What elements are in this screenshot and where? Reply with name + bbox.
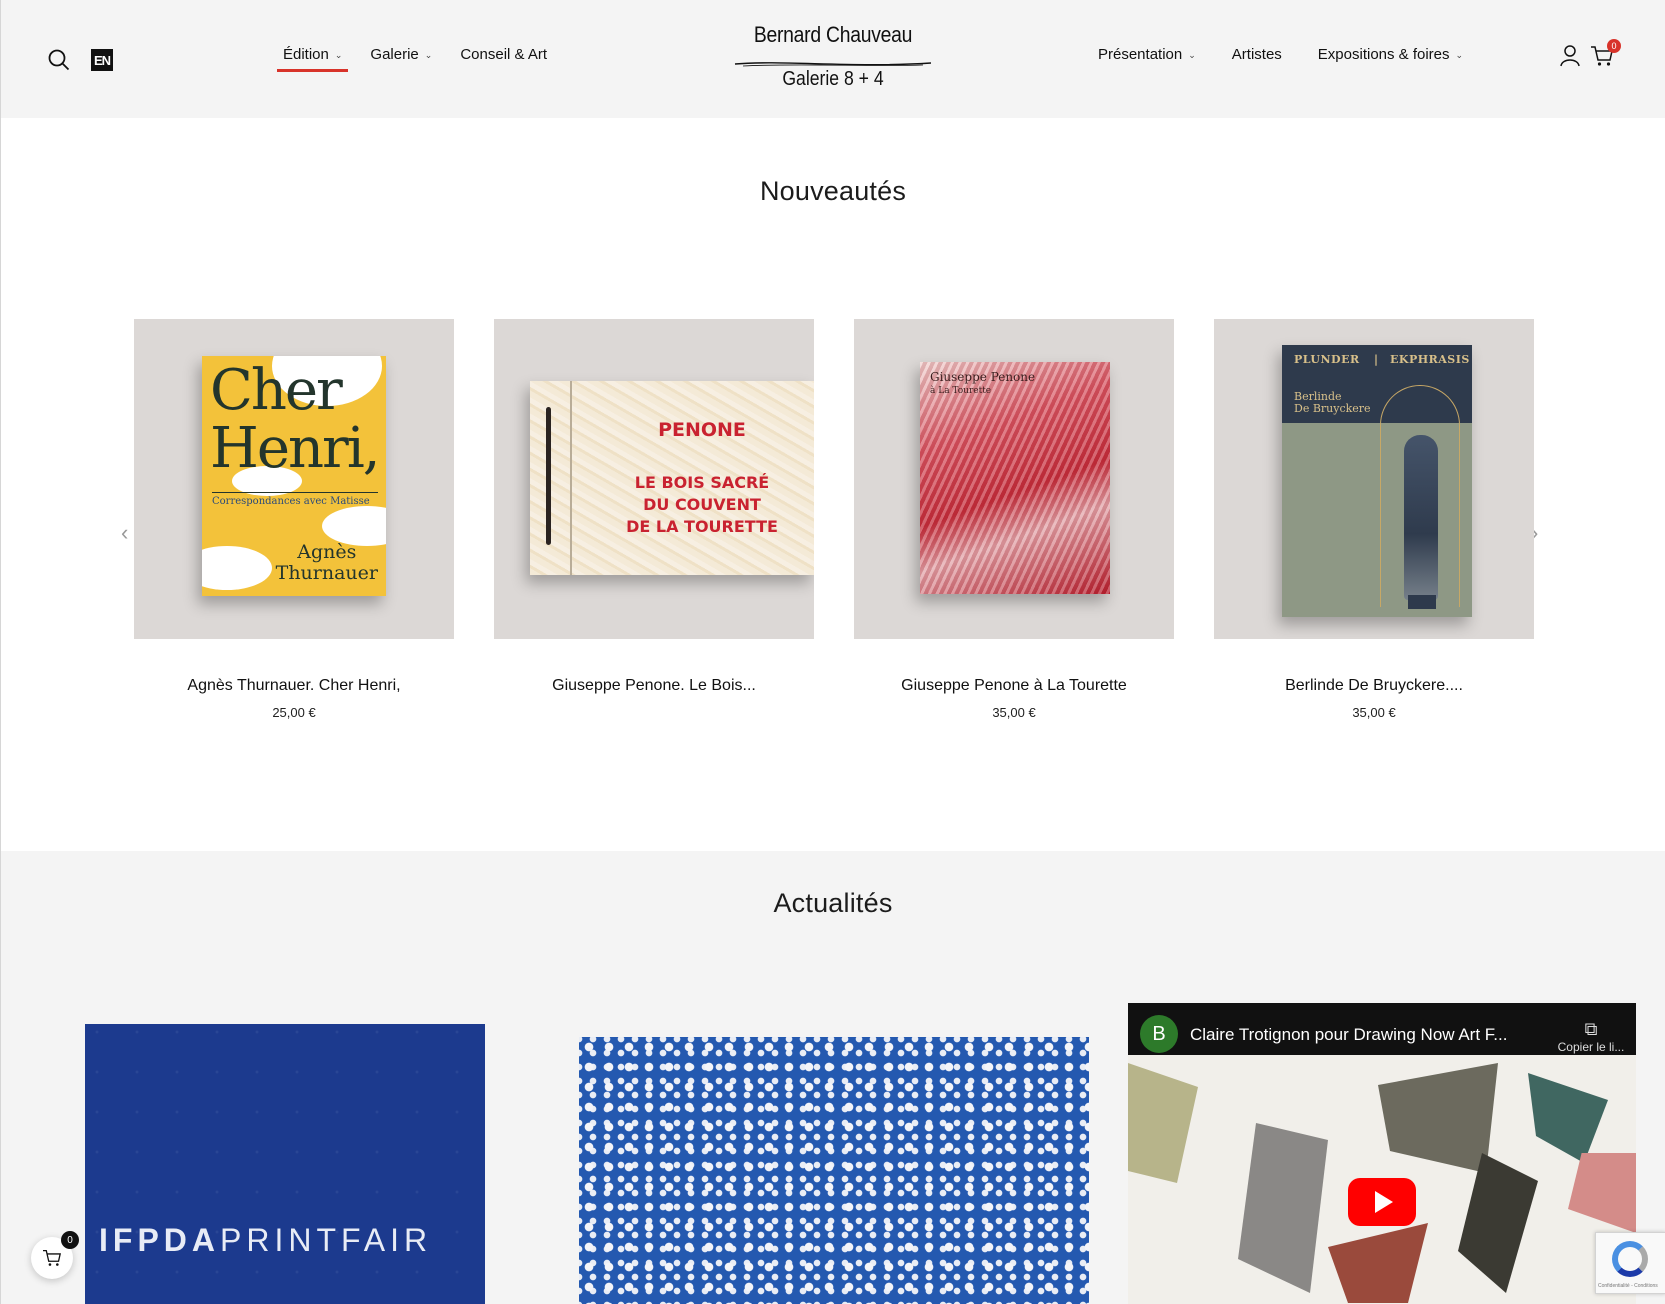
copy-link-button[interactable]: ⧉ Copier le li... [1556, 1019, 1626, 1054]
play-button[interactable] [1348, 1178, 1416, 1226]
cover-author: Berlinde De Bruyckere [1294, 390, 1371, 415]
cover-heading-left: PLUNDER [1294, 353, 1360, 366]
product-name[interactable]: Agnès Thurnauer. Cher Henri, [134, 677, 454, 695]
nav-presentation-label: Présentation [1098, 46, 1183, 63]
book-cover: Giuseppe Penone à La Tourette [920, 362, 1110, 594]
product-card: Giuseppe Penone à La Tourette Giuseppe P… [854, 319, 1174, 720]
product-card: PLUNDER | EKPHRASIS Berlinde De Bruyckere… [1214, 319, 1534, 720]
recaptcha-icon [1612, 1241, 1648, 1277]
youtube-embed[interactable]: B Claire Trotignon pour Drawing Now Art … [1128, 1003, 1636, 1304]
book-cover: PLUNDER | EKPHRASIS Berlinde De Bruyckere [1282, 345, 1472, 617]
chevron-down-icon: ⌄ [1188, 50, 1196, 60]
floating-cart-button[interactable]: 0 [31, 1231, 79, 1279]
cover-heading-sep: | [1374, 353, 1379, 366]
nav-presentation[interactable]: Présentation ⌄ [1098, 46, 1196, 69]
logo-line2: Galerie 8 + 4 [782, 68, 884, 90]
book-cover: Cher Henri, Correspondances avec Matisse… [202, 356, 386, 596]
header-tools: EN [47, 48, 113, 72]
news-card-title: IFPDAPRINTFAIR [99, 1222, 433, 1258]
nav-conseil-art-label: Conseil & Art [460, 46, 548, 63]
product-image[interactable]: Cher Henri, Correspondances avec Matisse… [134, 319, 454, 639]
floating-cart-count: 0 [61, 1231, 79, 1249]
cover-title: Giuseppe Penone [930, 370, 1036, 384]
nav-left: Édition ⌄ Galerie ⌄ Conseil & Art [276, 46, 547, 72]
video-title[interactable]: Claire Trotignon pour Drawing Now Art F.… [1190, 1025, 1507, 1045]
cart-count-badge: 0 [1607, 39, 1621, 53]
site-logo[interactable]: Bernard Chauveau Galerie 8 + 4 [733, 22, 933, 94]
product-image[interactable]: PENONE LE BOIS SACRÉ DU COUVENT DE LA TO… [494, 319, 814, 639]
site-header: EN Édition ⌄ Galerie ⌄ Conseil & Art Berna… [1, 0, 1665, 118]
product-name[interactable]: Berlinde De Bruyckere.... [1214, 677, 1534, 695]
cover-title: PENONE [658, 419, 746, 441]
nav-expositions-foires[interactable]: Expositions & foires ⌄ [1318, 46, 1463, 69]
news-card-pattern[interactable] [579, 1037, 1089, 1304]
language-switch[interactable]: EN [91, 49, 113, 71]
product-name[interactable]: Giuseppe Penone à La Tourette [854, 677, 1174, 695]
news-card-ifpda[interactable]: IFPDAPRINTFAIR [85, 1024, 485, 1304]
section-title-actualites: Actualités [773, 888, 893, 918]
copy-link-label: Copier le li... [1557, 1040, 1625, 1054]
product-card: Cher Henri, Correspondances avec Matisse… [134, 319, 454, 720]
youtube-title-bar: B Claire Trotignon pour Drawing Now Art … [1128, 1003, 1636, 1055]
recaptcha-badge[interactable]: Confidentialité - Conditions [1595, 1232, 1665, 1294]
channel-avatar[interactable]: B [1140, 1015, 1178, 1053]
product-price: 25,00 € [272, 705, 316, 720]
nav-edition-label: Édition [283, 46, 329, 63]
chevron-down-icon: ⌄ [1455, 50, 1464, 60]
recaptcha-text: Confidentialité - Conditions [1598, 1283, 1658, 1289]
chevron-down-icon: ⌄ [334, 50, 343, 60]
cover-subtitle: à La Tourette [930, 386, 992, 396]
product-card: PENONE LE BOIS SACRÉ DU COUVENT DE LA TO… [494, 319, 814, 705]
product-image[interactable]: PLUNDER | EKPHRASIS Berlinde De Bruyckere [1214, 319, 1534, 639]
cover-heading-right: EKPHRASIS [1390, 353, 1470, 366]
nav-expositions-label: Expositions & foires [1317, 46, 1450, 63]
chevron-down-icon: ⌄ [424, 50, 433, 60]
product-image[interactable]: Giuseppe Penone à La Tourette [854, 319, 1174, 639]
cover-subtitle: Correspondances avec Matisse [212, 496, 370, 507]
cart-icon[interactable]: 0 [1590, 39, 1621, 68]
header-account: 0 [1558, 39, 1621, 68]
cover-line1: LE BOIS SACRÉ [634, 473, 770, 492]
chevron-left-icon[interactable]: ‹ [121, 520, 128, 546]
user-icon[interactable] [1558, 44, 1582, 68]
nav-galerie[interactable]: Galerie ⌄ [370, 46, 432, 69]
nav-right: Présentation ⌄ Artistes Expositions & foi… [1098, 46, 1463, 69]
cover-title: Cher Henri, [210, 358, 381, 481]
book-cover: PENONE LE BOIS SACRÉ DU COUVENT DE LA TO… [530, 381, 814, 575]
copy-icon: ⧉ [1584, 1019, 1598, 1039]
nav-artistes[interactable]: Artistes [1232, 46, 1282, 69]
logo-line1: Bernard Chauveau [753, 22, 913, 47]
product-price: 35,00 € [1352, 705, 1396, 720]
nav-edition[interactable]: Édition ⌄ [276, 46, 349, 72]
cover-author: Agnès Thurnauer [275, 541, 378, 584]
nav-conseil-art[interactable]: Conseil & Art [460, 46, 547, 69]
product-name[interactable]: Giuseppe Penone. Le Bois... [494, 677, 814, 695]
nav-galerie-label: Galerie [370, 46, 419, 63]
cart-icon [43, 1249, 61, 1266]
cover-line2: DU COUVENT [643, 495, 761, 514]
nav-artistes-label: Artistes [1231, 46, 1282, 63]
product-price: 35,00 € [992, 705, 1036, 720]
cover-line3: DE LA TOURETTE [626, 517, 778, 536]
search-icon[interactable] [47, 48, 71, 72]
section-title-nouveautes: Nouveautés [759, 176, 907, 206]
